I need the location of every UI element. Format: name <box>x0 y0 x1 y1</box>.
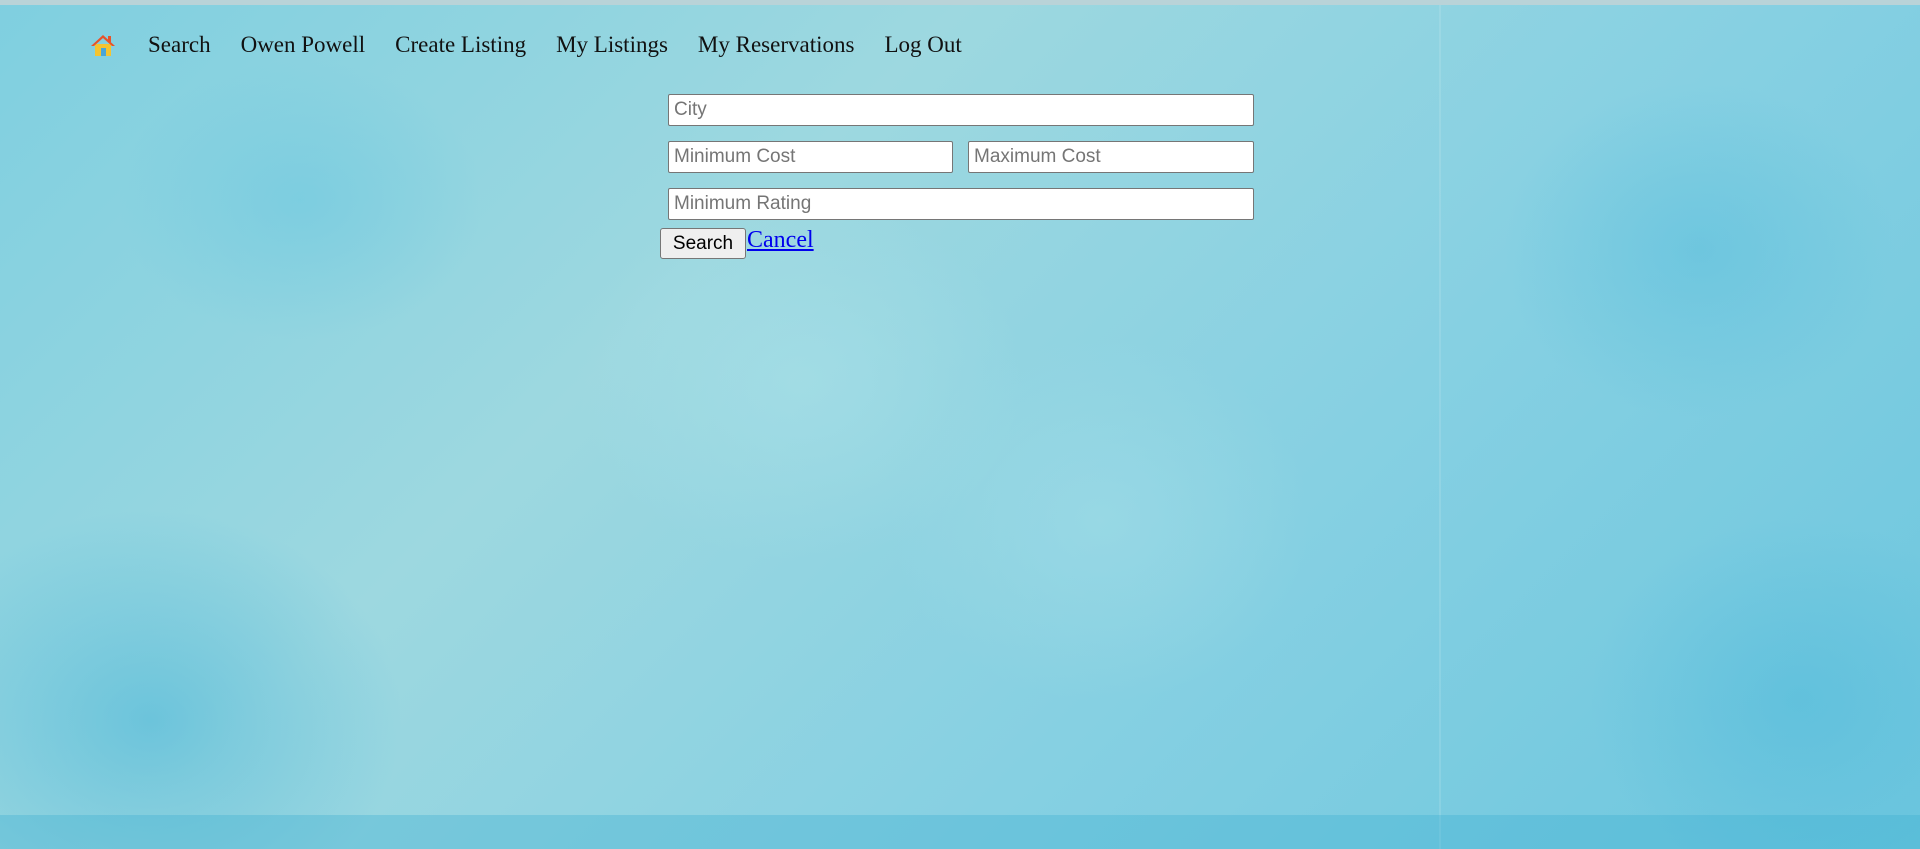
city-input[interactable] <box>668 94 1254 126</box>
cancel-link[interactable]: Cancel <box>747 227 814 254</box>
background-tile-bottom <box>0 815 1920 849</box>
nav-create-listing[interactable]: Create Listing <box>395 32 526 58</box>
background-tile-seam <box>1439 5 1441 849</box>
home-icon[interactable] <box>88 30 118 60</box>
maximum-cost-input[interactable] <box>968 141 1254 173</box>
window-top-border <box>0 0 1920 5</box>
minimum-rating-input[interactable] <box>668 188 1254 220</box>
nav-user-profile[interactable]: Owen Powell <box>241 32 366 58</box>
minimum-cost-input[interactable] <box>668 141 953 173</box>
nav-my-reservations[interactable]: My Reservations <box>698 32 855 58</box>
search-button[interactable]: Search <box>660 228 746 259</box>
nav-search[interactable]: Search <box>148 32 211 58</box>
nav-log-out[interactable]: Log Out <box>884 32 961 58</box>
top-navigation: Search Owen Powell Create Listing My Lis… <box>88 28 992 62</box>
nav-my-listings[interactable]: My Listings <box>556 32 668 58</box>
